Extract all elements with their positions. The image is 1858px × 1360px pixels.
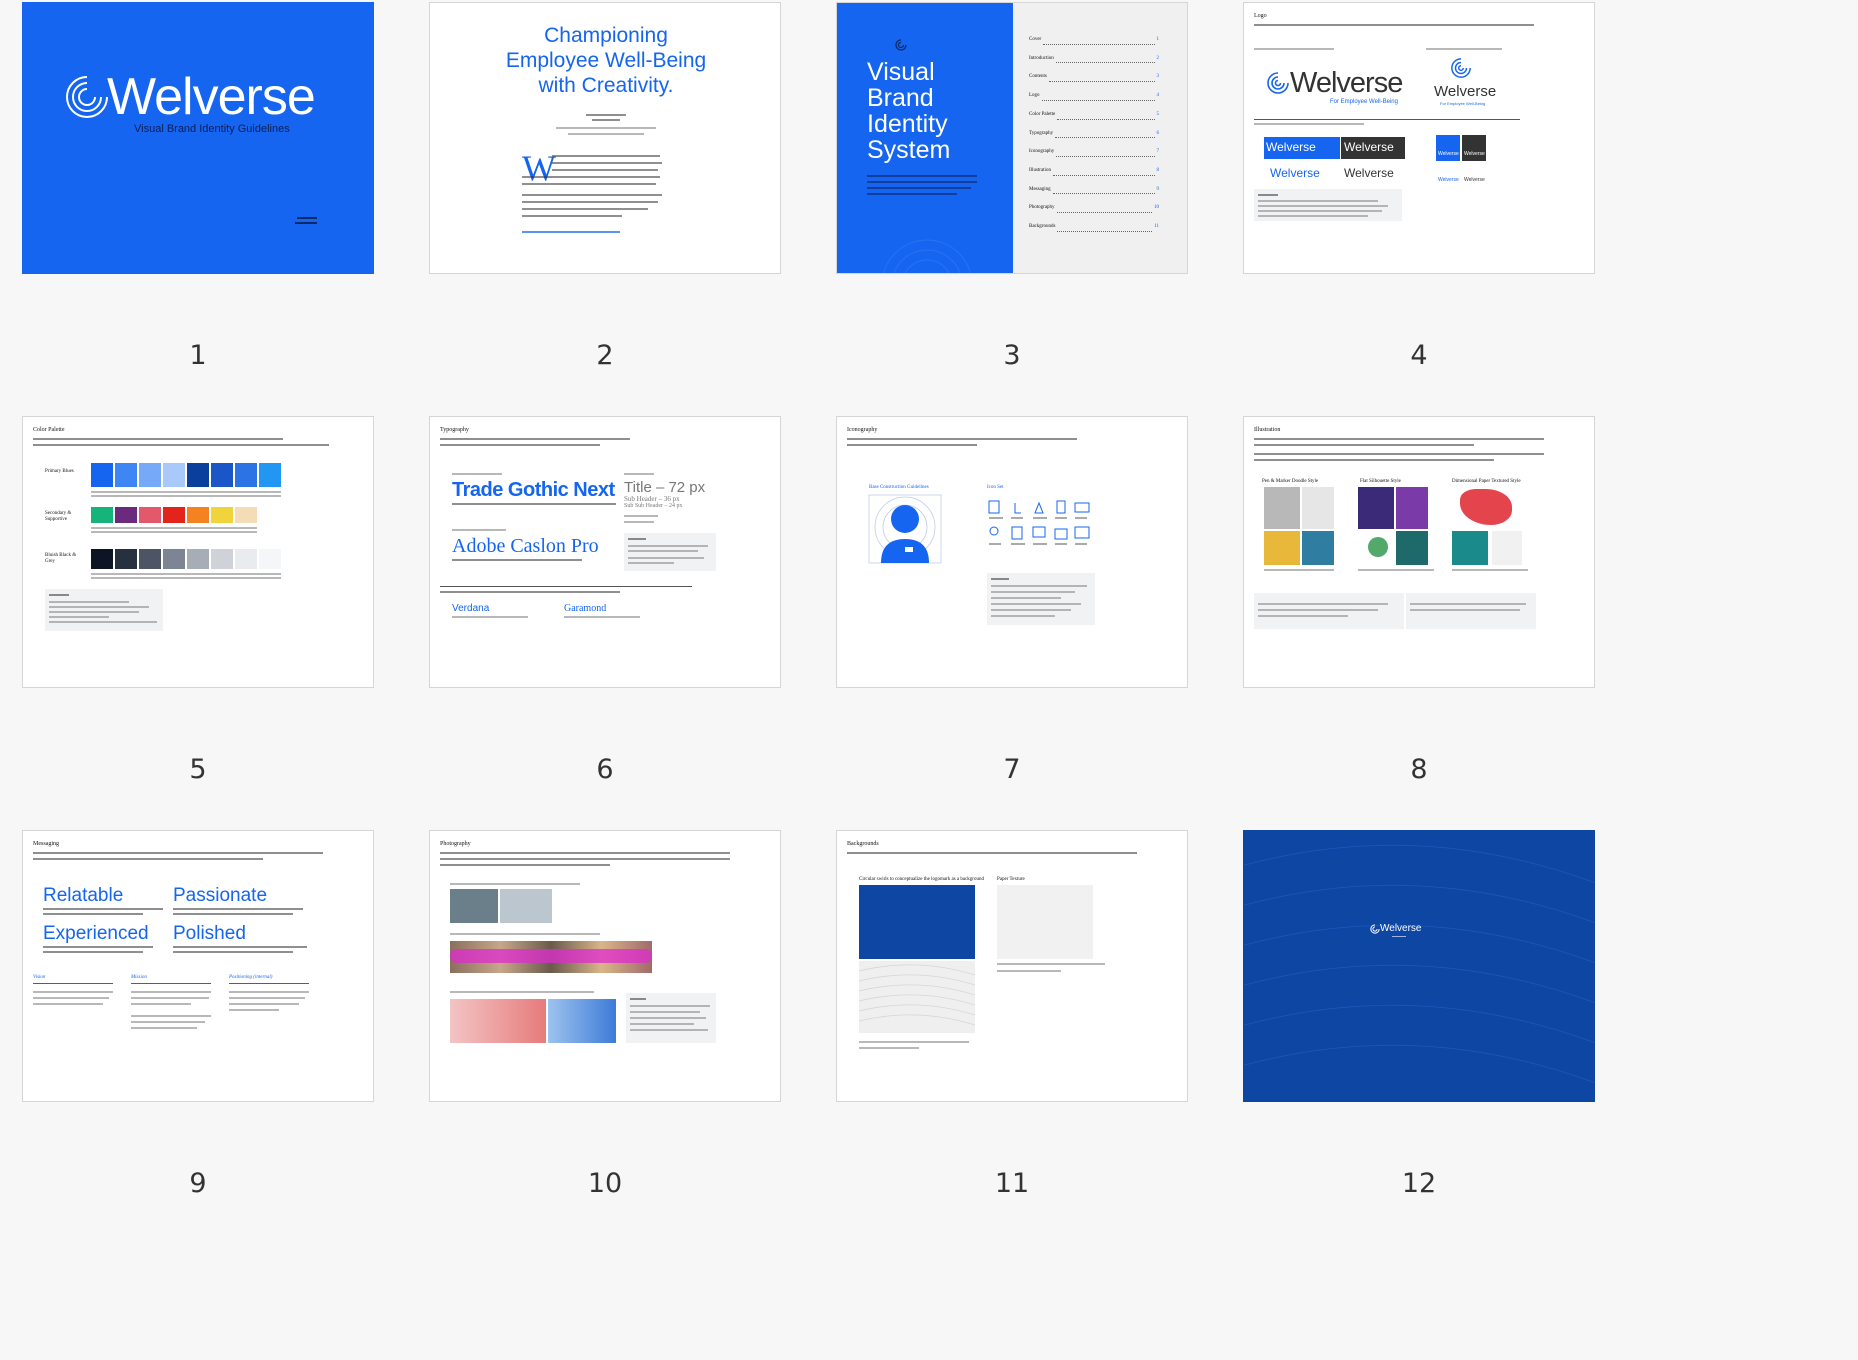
brand-wordmark: Welverse bbox=[1380, 923, 1422, 934]
logo-wordmark-primary: Welverse bbox=[1290, 67, 1403, 99]
slide-heading: Illustration bbox=[1254, 427, 1281, 433]
welverse-swirl-icon bbox=[1267, 72, 1289, 94]
message-polished: Polished bbox=[173, 923, 246, 944]
swatch bbox=[115, 549, 137, 569]
swatch bbox=[139, 463, 161, 487]
swatch bbox=[91, 507, 113, 523]
swatch bbox=[187, 549, 209, 569]
slide-heading: Backgrounds bbox=[847, 841, 879, 847]
size-title: Title – 72 px bbox=[624, 479, 706, 496]
welverse-swirl-icon bbox=[1370, 924, 1380, 934]
swatch bbox=[235, 507, 257, 523]
slide-3-canvas: Visual Brand Identity System Cover 1 Intr… bbox=[836, 2, 1188, 274]
slide-number: 9 bbox=[189, 1168, 207, 1199]
slide-number: 5 bbox=[189, 754, 207, 785]
swatch bbox=[163, 463, 185, 487]
slide-2-title: Championing Employee Well-Being with Cre… bbox=[505, 24, 707, 97]
swatch bbox=[235, 549, 257, 569]
swatch bbox=[115, 507, 137, 523]
welverse-swirl-icon bbox=[1451, 58, 1471, 78]
swatch bbox=[235, 463, 257, 487]
slide-7-canvas: Iconography Base Construction Guidelines… bbox=[836, 416, 1188, 688]
slide-number: 11 bbox=[994, 1168, 1030, 1199]
slide-9-canvas: Messaging Relatable Passionate Experienc… bbox=[22, 830, 374, 1102]
slide-heading: Photography bbox=[440, 841, 471, 847]
slide-3-title: Visual Brand Identity System bbox=[867, 58, 951, 164]
swatch bbox=[259, 463, 281, 487]
font-sample-serif: Adobe Caslon Pro bbox=[452, 535, 599, 557]
slide-10-canvas: Photography bbox=[429, 830, 781, 1102]
swatch bbox=[163, 549, 185, 569]
slide-number: 10 bbox=[587, 1168, 623, 1199]
swatch bbox=[91, 463, 113, 487]
icon-set bbox=[988, 500, 1090, 545]
slide-2-canvas: Championing Employee Well-Being with Cre… bbox=[429, 2, 781, 274]
table-of-contents: Cover 1 Introduction 2 Contents 3 Logo 4 Col… bbox=[1029, 31, 1159, 237]
swatch bbox=[139, 549, 161, 569]
swatch bbox=[187, 463, 209, 487]
welverse-swirl-icon bbox=[66, 76, 108, 118]
slide-1-subtitle: Visual Brand Identity Guidelines bbox=[134, 123, 290, 135]
slide-number: 2 bbox=[596, 340, 614, 371]
logo-tagline: For Employee Well-Being bbox=[1330, 99, 1398, 105]
swatch bbox=[259, 549, 281, 569]
welverse-swirl-icon bbox=[895, 39, 907, 51]
slide-12-canvas: Welverse bbox=[1243, 830, 1595, 1102]
swatch bbox=[91, 549, 113, 569]
swatch bbox=[211, 507, 233, 523]
slide-11-canvas: Backgrounds Circular swirls to conceptua… bbox=[836, 830, 1188, 1102]
swirl-background-sample bbox=[859, 961, 975, 1033]
slide-number: 4 bbox=[1410, 340, 1428, 371]
slide-number: 3 bbox=[1003, 340, 1021, 371]
slide-number: 12 bbox=[1401, 1168, 1437, 1199]
message-experienced: Experienced bbox=[43, 923, 149, 944]
swatch bbox=[139, 507, 161, 523]
slide-heading: Color Palette bbox=[33, 427, 65, 433]
message-passionate: Passionate bbox=[173, 885, 268, 906]
slide-5-canvas: Color Palette Primary Blues Secondary & … bbox=[22, 416, 374, 688]
person-construction-icon bbox=[868, 494, 942, 564]
slide-heading: Typography bbox=[440, 427, 469, 433]
swatch bbox=[187, 507, 209, 523]
swatch bbox=[163, 507, 185, 523]
slide-number: 7 bbox=[1003, 754, 1021, 785]
swatch bbox=[211, 549, 233, 569]
logo-wordmark-stacked: Welverse bbox=[1434, 83, 1497, 100]
slide-number: 8 bbox=[1410, 754, 1428, 785]
slide-heading: Logo bbox=[1254, 13, 1267, 19]
font-sample-garamond: Garamond bbox=[564, 603, 607, 614]
font-sample-verdana: Verdana bbox=[452, 603, 490, 614]
slide-4-canvas: Logo Welverse For Employee Well-Being We… bbox=[1243, 2, 1595, 274]
message-relatable: Relatable bbox=[43, 885, 124, 906]
slide-6-canvas: Typography Trade Gothic Next Adobe Caslo… bbox=[429, 416, 781, 688]
slide-number: 1 bbox=[189, 340, 207, 371]
slide-1-canvas: Welverse Visual Brand Identity Guideline… bbox=[22, 2, 374, 274]
slide-heading: Messaging bbox=[33, 841, 59, 847]
swatch bbox=[115, 463, 137, 487]
font-sample-sans: Trade Gothic Next bbox=[452, 479, 615, 501]
slide-heading: Iconography bbox=[847, 427, 878, 433]
slide-8-canvas: Illustration Pen & Marker Doodle Style F… bbox=[1243, 416, 1595, 688]
swatch bbox=[211, 463, 233, 487]
slide-number: 6 bbox=[596, 754, 614, 785]
slide-grid: Welverse Visual Brand Identity Guideline… bbox=[0, 0, 1858, 1360]
drop-cap: W bbox=[522, 148, 556, 188]
brand-wordmark: Welverse bbox=[107, 68, 316, 126]
